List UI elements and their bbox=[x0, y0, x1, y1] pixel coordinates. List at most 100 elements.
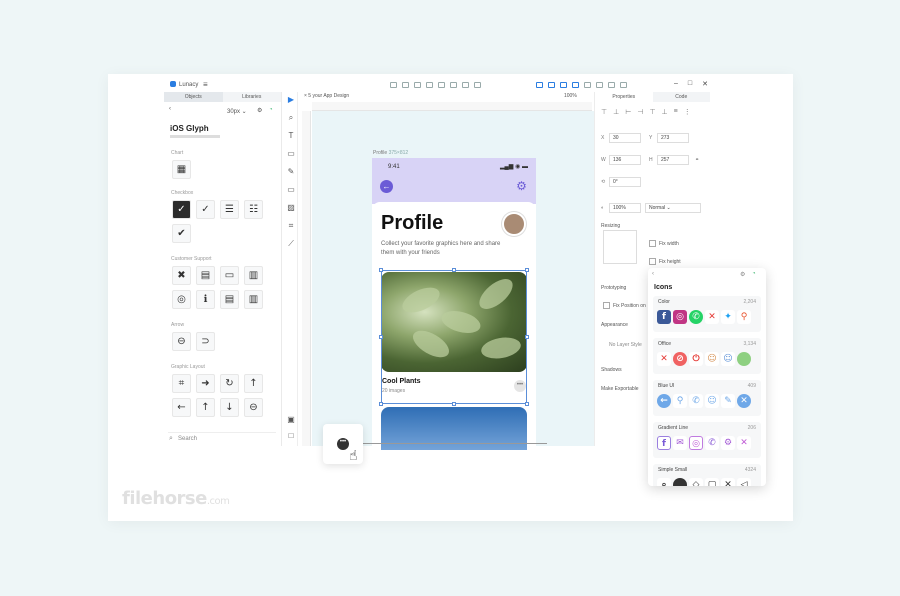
arrow-up-circle-icon[interactable]: ↑ bbox=[244, 374, 263, 393]
avatar[interactable] bbox=[502, 212, 526, 236]
document-tab[interactable]: × 5 your App Design bbox=[304, 93, 349, 99]
opacity-field[interactable]: 100% bbox=[609, 203, 641, 213]
selection-box[interactable] bbox=[379, 268, 529, 406]
align-icon[interactable]: ⊤ bbox=[649, 108, 655, 116]
menu-icon[interactable]: ≡ bbox=[203, 80, 208, 89]
align-icon[interactable]: ⊢ bbox=[625, 108, 631, 116]
dashed-arrow-icon[interactable]: ⊃ bbox=[196, 332, 215, 351]
book-icon[interactable]: ▥ bbox=[244, 290, 263, 309]
lock-ratio-icon[interactable]: ⚭ bbox=[695, 157, 699, 163]
x-field[interactable]: 30 bbox=[609, 133, 641, 143]
height-field[interactable]: 257 bbox=[657, 155, 689, 165]
gear-icon[interactable]: ⚙ bbox=[515, 180, 528, 193]
maximize-icon[interactable]: □ bbox=[688, 80, 692, 88]
icon-set-card[interactable]: Office 3,134 ✕ ⊘ ⏻ ☺ ☺ bbox=[653, 338, 761, 374]
toolbar-icon[interactable] bbox=[474, 82, 481, 88]
rectangle-tool-icon[interactable]: ▭ bbox=[287, 150, 295, 158]
sync-icon[interactable]: ◔ bbox=[269, 107, 273, 113]
more-options-icon[interactable]: ••• bbox=[337, 438, 349, 450]
list-icon[interactable]: ▤ bbox=[220, 290, 239, 309]
component-tool-icon[interactable]: ▣ bbox=[287, 416, 295, 424]
icon-set-card[interactable]: Gradient Line 206 f ✉ ◎ ✆ ⚙ ✕ bbox=[653, 422, 761, 458]
tab-code[interactable]: Code bbox=[652, 92, 710, 102]
document-icon[interactable]: ▤ bbox=[196, 266, 215, 285]
close-icon[interactable]: ✕ bbox=[702, 80, 708, 88]
frame-tool-icon[interactable]: □ bbox=[287, 432, 295, 440]
docs-icon[interactable]: ▥ bbox=[244, 266, 263, 285]
layer-style-select[interactable]: No Layer Style bbox=[609, 342, 642, 348]
minus-circle-icon[interactable]: ⊖ bbox=[244, 398, 263, 417]
align-center-icon[interactable] bbox=[548, 82, 555, 88]
info-icon[interactable]: ℹ bbox=[196, 290, 215, 309]
align-icon[interactable]: ⊣ bbox=[637, 108, 643, 116]
arrow-left-circle-icon[interactable]: ← bbox=[172, 398, 191, 417]
layout-icon[interactable]: ⌗ bbox=[172, 374, 191, 393]
toolbar-icon[interactable] bbox=[438, 82, 445, 88]
back-button-icon[interactable]: ← bbox=[380, 180, 393, 193]
align-icon[interactable]: ≡ bbox=[674, 108, 678, 116]
lifebuoy-icon[interactable]: ◎ bbox=[172, 290, 191, 309]
icon-size-select[interactable]: 30px ⌄ bbox=[227, 108, 247, 115]
back-arrow-icon[interactable]: ‹ bbox=[169, 106, 171, 112]
rotation-field[interactable]: 0° bbox=[609, 177, 641, 187]
align-icon[interactable]: ⊥ bbox=[662, 108, 668, 116]
toolbar-icon[interactable] bbox=[390, 82, 397, 88]
toolbar-icon[interactable] bbox=[462, 82, 469, 88]
fix-width-checkbox[interactable]: Fix width bbox=[649, 240, 679, 247]
upload-icon[interactable]: ↑ bbox=[196, 398, 215, 417]
checkbox-checked-icon[interactable]: ✓ bbox=[172, 200, 191, 219]
arrow-right-circle-icon[interactable]: ➜ bbox=[196, 374, 215, 393]
width-field[interactable]: 136 bbox=[609, 155, 641, 165]
sync-icon[interactable]: ◔ bbox=[752, 271, 756, 277]
tab-properties[interactable]: Properties bbox=[595, 92, 653, 102]
shape-tool-icon[interactable]: ▭ bbox=[287, 186, 295, 194]
toolbar-icon[interactable] bbox=[402, 82, 409, 88]
align-top-icon[interactable] bbox=[572, 82, 579, 88]
chat-icon[interactable]: ▭ bbox=[220, 266, 239, 285]
align-left-icon[interactable] bbox=[536, 82, 543, 88]
cloud-icon[interactable] bbox=[620, 82, 627, 88]
resize-handle[interactable] bbox=[452, 268, 456, 272]
back-arrow-icon[interactable]: ‹ bbox=[652, 271, 654, 277]
align-right-icon[interactable] bbox=[560, 82, 567, 88]
icon-set-card[interactable]: Color 2,204 f ◎ ✆ ✕ ✦ ⚲ bbox=[653, 296, 761, 332]
boolean-icon[interactable] bbox=[608, 82, 615, 88]
align-icon[interactable]: ⊤ bbox=[601, 108, 607, 116]
fix-height-checkbox[interactable]: Fix height bbox=[649, 258, 681, 265]
artboard-label[interactable]: Profile 375×812 bbox=[373, 150, 408, 156]
checkmark-icon[interactable]: ✓ bbox=[196, 200, 215, 219]
text-tool-icon[interactable]: T bbox=[287, 132, 295, 140]
resizing-widget[interactable] bbox=[603, 230, 637, 264]
search-input[interactable]: ⌕ Search bbox=[168, 432, 276, 444]
minimize-icon[interactable]: – bbox=[674, 80, 678, 88]
target-arrow-icon[interactable]: ⊖ bbox=[172, 332, 191, 351]
resize-handle[interactable] bbox=[452, 402, 456, 406]
floating-action-popup[interactable]: ••• ☝ bbox=[323, 424, 363, 464]
resize-handle[interactable] bbox=[525, 402, 529, 406]
checklist-icon[interactable]: ☰ bbox=[220, 200, 239, 219]
toolbar-icon[interactable] bbox=[426, 82, 433, 88]
zoom-tool-icon[interactable]: ⌕ bbox=[287, 114, 295, 122]
tools-icon[interactable]: ✖ bbox=[172, 266, 191, 285]
line-tool-icon[interactable]: ⟋ bbox=[287, 240, 295, 248]
icon-set-card[interactable]: Blue UI 409 ← ⚲ ✆ ☺ ✎ ✕ bbox=[653, 380, 761, 416]
distribute-icon[interactable] bbox=[596, 82, 603, 88]
crop-tool-icon[interactable]: ⌗ bbox=[287, 222, 295, 230]
double-check-icon[interactable]: ✔ bbox=[172, 224, 191, 243]
tab-objects[interactable]: Objects bbox=[164, 92, 223, 102]
resize-handle[interactable] bbox=[379, 335, 383, 339]
select-tool-icon[interactable]: ▶ bbox=[287, 96, 295, 104]
make-exportable-label[interactable]: Make Exportable bbox=[601, 386, 639, 392]
image-tool-icon[interactable]: ▨ bbox=[287, 204, 295, 212]
toolbar-icon[interactable] bbox=[450, 82, 457, 88]
resize-handle[interactable] bbox=[379, 268, 383, 272]
icon-set-card[interactable]: Simple Small 4324 ⌕ ◇ ▢ ✕ ◁ bbox=[653, 464, 761, 486]
tab-libraries[interactable]: Libraries bbox=[222, 92, 281, 102]
fix-position-checkbox[interactable]: Fix Position on bbox=[603, 302, 646, 309]
blend-mode-select[interactable]: Normal ⌄ bbox=[645, 203, 701, 213]
distribute-icon[interactable] bbox=[584, 82, 591, 88]
toolbar-icon[interactable] bbox=[414, 82, 421, 88]
resize-handle[interactable] bbox=[525, 335, 529, 339]
checklist-icon[interactable]: ☷ bbox=[244, 200, 263, 219]
settings-icon[interactable]: ⚙ bbox=[740, 271, 745, 278]
